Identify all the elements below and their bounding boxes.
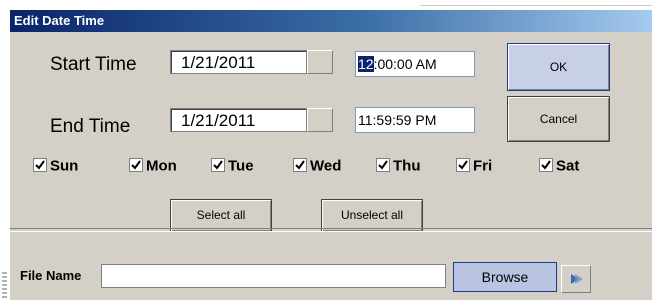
end-date-dropdown-button[interactable] <box>307 108 333 132</box>
checkmark-icon <box>129 158 143 173</box>
day-checkbox-thu[interactable]: Thu <box>376 157 421 177</box>
end-time-rest: :59:59 PM <box>372 112 437 128</box>
dialog-titlebar: Edit Date Time <box>10 10 652 32</box>
checkmark-icon <box>456 158 470 173</box>
file-name-input[interactable] <box>101 264 446 288</box>
file-name-label: File Name <box>20 268 82 283</box>
day-label: Thu <box>393 157 421 175</box>
top-strip <box>0 0 652 10</box>
dialog-title: Edit Date Time <box>14 13 105 28</box>
start-time-rest: :00:00 AM <box>373 56 437 72</box>
cancel-button[interactable]: Cancel <box>507 96 610 142</box>
section-separator <box>10 228 652 232</box>
end-time-field[interactable]: 11:59:59 PM <box>355 107 475 133</box>
day-checkbox-tue[interactable]: Tue <box>211 157 254 177</box>
day-label: Sun <box>50 157 79 175</box>
checkmark-icon <box>33 158 47 173</box>
day-label: Wed <box>310 157 342 175</box>
day-checkbox-mon[interactable]: Mon <box>129 157 177 177</box>
left-edge <box>0 10 9 300</box>
edit-date-time-dialog: Edit Date Time Start Time 1/21/2011 12:0… <box>9 10 652 300</box>
start-date-field[interactable]: 1/21/2011 <box>170 50 307 74</box>
day-label: Sat <box>556 157 580 175</box>
day-label: Tue <box>228 157 254 175</box>
day-checkbox-wed[interactable]: Wed <box>293 157 341 177</box>
divider-line <box>420 5 652 6</box>
checkmark-icon <box>211 158 225 173</box>
day-label: Fri <box>473 157 493 175</box>
day-checkbox-fri[interactable]: Fri <box>456 157 492 177</box>
ok-button[interactable]: OK <box>507 43 610 91</box>
end-date-field[interactable]: 1/21/2011 <box>170 108 307 132</box>
end-time-label: End Time <box>50 116 131 137</box>
start-time-hour-selected: 12 <box>358 56 374 72</box>
day-checkbox-sat[interactable]: Sat <box>539 157 579 177</box>
end-time-hour: 11 <box>358 112 373 128</box>
start-date-dropdown-button[interactable] <box>307 50 333 74</box>
day-checkbox-sun[interactable]: Sun <box>33 157 78 177</box>
day-label: Mon <box>146 157 177 175</box>
resize-grip <box>2 272 7 300</box>
browse-button[interactable]: Browse <box>453 262 557 292</box>
checkmark-icon <box>293 158 307 173</box>
checkmark-icon <box>539 158 553 173</box>
checkmark-icon <box>376 158 390 173</box>
start-time-label: Start Time <box>50 54 137 75</box>
arrow-right-icon[interactable] <box>561 265 591 293</box>
start-time-field[interactable]: 12:00:00 AM <box>355 51 475 77</box>
